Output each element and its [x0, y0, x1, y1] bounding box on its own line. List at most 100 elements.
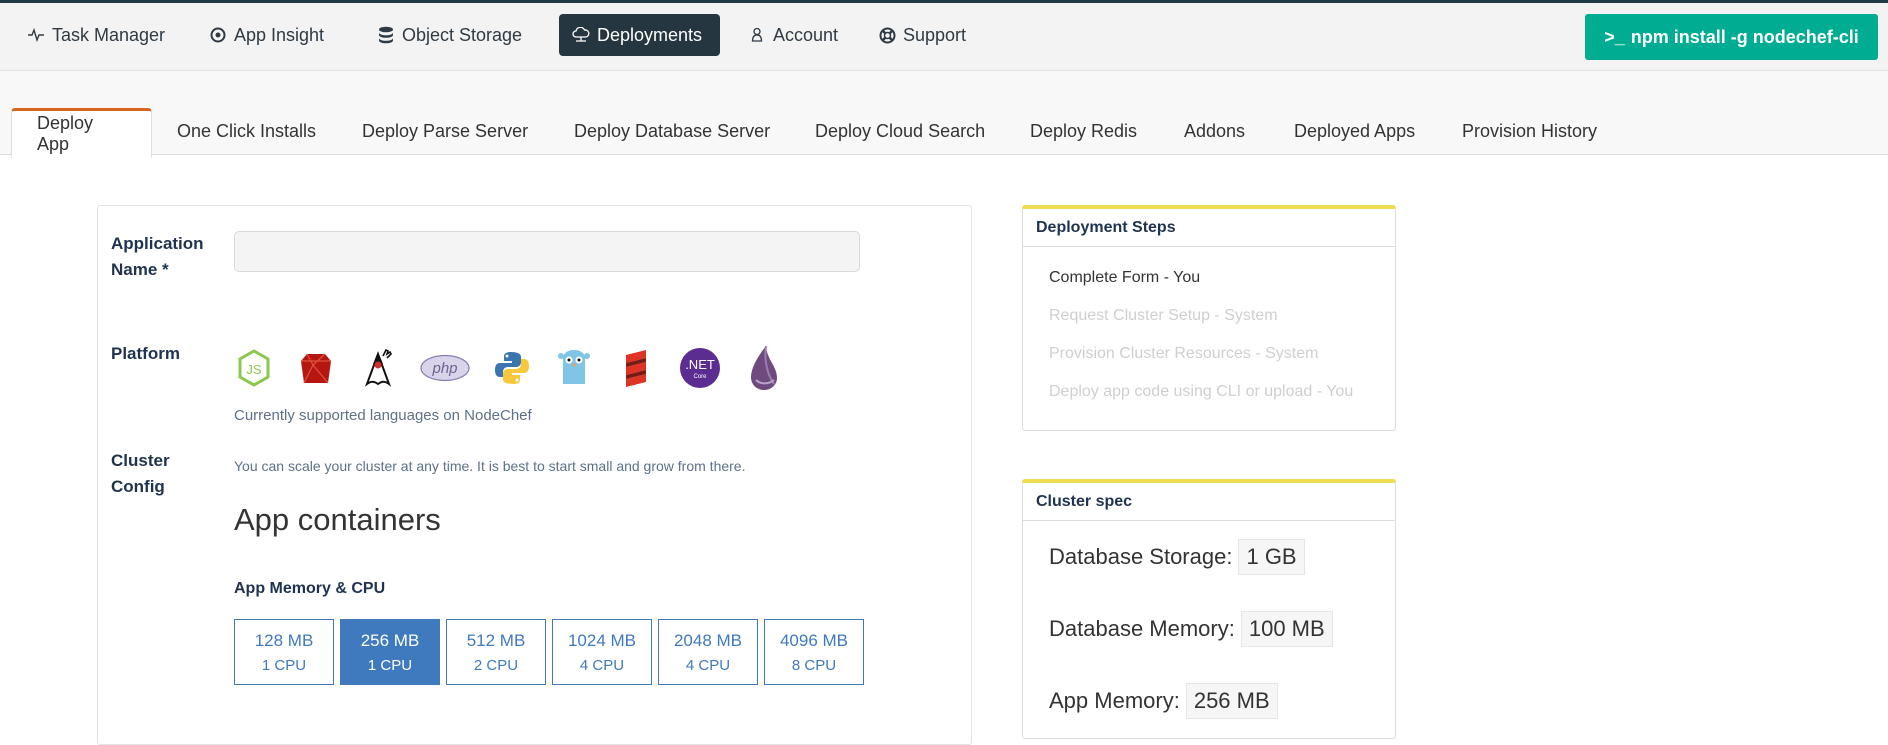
cluster-spec-card: Cluster spec Database Storage: 1 GB Datab… [1022, 479, 1396, 739]
spec-label: App Memory: [1049, 688, 1180, 713]
step-item: Provision Cluster Resources - System [1049, 345, 1319, 362]
size-option-256mb[interactable]: 256 MB 1 CPU [340, 619, 440, 685]
tab-label: One Click Installs [177, 120, 317, 141]
size-cpu: 1 CPU [367, 656, 413, 674]
terminal-icon: >_ [1604, 26, 1625, 47]
nav-label: Support [903, 24, 967, 45]
cli-button-label: npm install -g nodechef-cli [1630, 26, 1859, 47]
spec-label: Database Storage: [1049, 544, 1233, 569]
user-icon [747, 25, 767, 45]
size-mem: 512 MB [466, 630, 526, 650]
nav-account[interactable]: Account [735, 14, 850, 56]
lifebuoy-icon [877, 25, 897, 45]
label-line: Name * [111, 260, 169, 279]
label-line: Config [111, 477, 165, 496]
php-icon[interactable]: php [420, 346, 470, 390]
cluster-spec-title: Cluster spec [1023, 483, 1395, 521]
size-option-4096mb[interactable]: 4096 MB 8 CPU [764, 619, 864, 685]
label-line: Cluster [111, 451, 170, 470]
tab-one-click-installs[interactable]: One Click Installs [152, 107, 341, 155]
npm-install-cli-button[interactable]: >_ npm install -g nodechef-cli [1585, 14, 1878, 60]
tab-deploy-app[interactable]: Deploy App [11, 108, 152, 158]
size-cpu: 4 CPU [685, 656, 731, 674]
ruby-icon[interactable] [296, 346, 336, 390]
size-cpu: 4 CPU [579, 656, 625, 674]
java-duke-icon[interactable] [358, 346, 398, 390]
app-name-label: Application Name * [111, 231, 204, 283]
tab-label: Deployed Apps [1294, 120, 1416, 141]
tab-label: Addons [1184, 120, 1246, 141]
app-memory-cpu-heading: App Memory & CPU [234, 580, 386, 597]
scala-icon[interactable] [616, 346, 656, 390]
size-mem: 128 MB [254, 630, 314, 650]
nav-label: Deployments [597, 24, 703, 45]
size-option-128mb[interactable]: 128 MB 1 CPU [234, 619, 334, 685]
tab-deploy-database-server[interactable]: Deploy Database Server [549, 107, 795, 155]
spec-row-database-memory: Database Memory: 100 MB [1023, 593, 1395, 665]
spec-row-app-memory: App Memory: 256 MB [1023, 665, 1395, 737]
tab-label: Provision History [1462, 120, 1598, 141]
size-mem: 1024 MB [567, 630, 637, 650]
size-option-2048mb[interactable]: 2048 MB 4 CPU [658, 619, 758, 685]
cluster-help-text: You can scale your cluster at any time. … [234, 458, 746, 474]
nodejs-icon[interactable]: JS [234, 346, 274, 390]
svg-text:Core: Core [693, 374, 707, 380]
go-gopher-icon[interactable] [554, 346, 594, 390]
nav-label: Task Manager [52, 24, 166, 45]
app-containers-heading: App containers [234, 502, 441, 537]
cluster-config-label: Cluster Config [111, 448, 170, 500]
memory-size-options: 128 MB 1 CPU 256 MB 1 CPU 512 MB 2 CPU 1024… [234, 619, 870, 685]
size-cpu: 1 CPU [261, 656, 307, 674]
label-line: Application [111, 234, 204, 253]
target-icon [208, 25, 228, 45]
step-item: Request Cluster Setup - System [1049, 307, 1278, 324]
cloud-icon [571, 25, 591, 45]
platform-help-text: Currently supported languages on NodeChe… [234, 407, 532, 424]
platform-label: Platform [111, 344, 180, 363]
deployment-steps-title: Deployment Steps [1023, 209, 1395, 247]
spec-value: 100 MB [1240, 611, 1333, 647]
step-item: Complete Form - You [1049, 269, 1201, 286]
deploy-tabs: Deploy App One Click Installs Deploy Par… [0, 71, 1888, 158]
nav-app-insight[interactable]: App Insight [196, 14, 336, 56]
nav-deployments[interactable]: Deployments [559, 14, 720, 56]
heartbeat-icon [26, 25, 46, 45]
nav-label: App Insight [234, 24, 325, 45]
size-mem: 2048 MB [673, 630, 743, 650]
tab-label: Deploy App [37, 113, 94, 154]
tab-deploy-parse-server[interactable]: Deploy Parse Server [337, 107, 553, 155]
nav-task-manager[interactable]: Task Manager [14, 14, 177, 56]
tab-label: Deploy Cloud Search [815, 120, 986, 141]
nav-label: Account [773, 24, 839, 45]
database-icon [376, 25, 396, 45]
spec-value: 1 GB [1238, 539, 1305, 575]
nav-support[interactable]: Support [865, 14, 978, 56]
tab-deployed-apps[interactable]: Deployed Apps [1269, 107, 1440, 155]
nav-label: Object Storage [402, 24, 523, 45]
spec-label: Database Memory: [1049, 616, 1235, 641]
size-mem: 4096 MB [779, 630, 849, 650]
size-cpu: 8 CPU [791, 656, 837, 674]
tab-deploy-cloud-search[interactable]: Deploy Cloud Search [790, 107, 1010, 155]
elixir-icon[interactable] [744, 345, 784, 390]
python-icon[interactable] [492, 346, 532, 390]
svg-text:php: php [431, 360, 457, 377]
size-cpu: 2 CPU [473, 656, 519, 674]
tab-addons[interactable]: Addons [1159, 107, 1270, 155]
size-mem: 256 MB [360, 630, 420, 650]
tab-provision-history[interactable]: Provision History [1437, 107, 1622, 155]
spec-value: 256 MB [1185, 683, 1278, 719]
dotnet-core-icon[interactable]: .NET Core [678, 346, 722, 390]
svg-text:.NET: .NET [685, 357, 715, 372]
top-navbar: Task Manager App Insight Object Storage … [0, 3, 1888, 71]
tab-label: Deploy Redis [1030, 120, 1138, 141]
size-option-512mb[interactable]: 512 MB 2 CPU [446, 619, 546, 685]
step-item: Deploy app code using CLI or upload - Yo… [1049, 383, 1354, 400]
spec-row-database-storage: Database Storage: 1 GB [1023, 521, 1395, 593]
application-name-input[interactable] [234, 231, 860, 272]
nav-object-storage[interactable]: Object Storage [364, 14, 534, 56]
tab-deploy-redis[interactable]: Deploy Redis [1005, 107, 1162, 155]
tab-label: Deploy Database Server [574, 120, 771, 141]
svg-text:JS: JS [246, 362, 262, 377]
size-option-1024mb[interactable]: 1024 MB 4 CPU [552, 619, 652, 685]
